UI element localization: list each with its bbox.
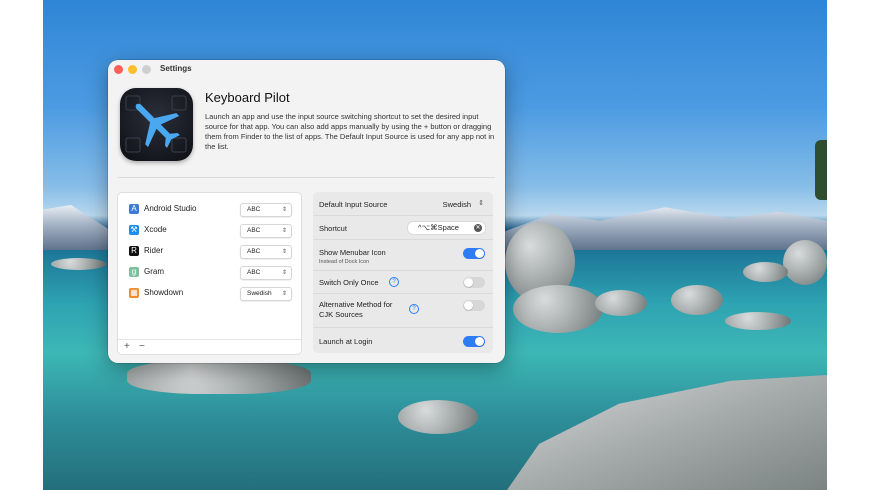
clear-shortcut-icon[interactable]: ✕ (474, 224, 482, 232)
input-source-value: Swedish (247, 290, 272, 297)
app-list-item[interactable]: R Rider ABC ⇕ (118, 241, 301, 262)
app-name: Rider (144, 246, 164, 255)
switch-once-row: Switch Only Once ? (313, 271, 493, 294)
close-button[interactable] (114, 65, 123, 74)
rock (783, 240, 827, 285)
switch-once-toggle[interactable] (463, 277, 485, 288)
keyboard-pilot-app-icon (120, 88, 193, 161)
app-name: Gram (144, 267, 164, 276)
rock (671, 285, 723, 315)
xcode-icon: ⚒ (129, 225, 139, 235)
default-input-row: Default Input Source Swedish ⇕ (313, 192, 493, 216)
rider-icon: R (129, 246, 139, 256)
shortcut-row: Shortcut ^⌥⌘Space ✕ (313, 216, 493, 240)
app-list-item[interactable]: ⚒ Xcode ABC ⇕ (118, 220, 301, 241)
app-description: Launch an app and use the input source s… (205, 112, 495, 151)
switch-once-label: Switch Only Once (319, 278, 379, 287)
add-app-button[interactable]: + (124, 341, 130, 352)
app-list-item[interactable]: ▦ Showdown Swedish ⇕ (118, 283, 301, 304)
rock-foreground (507, 375, 827, 490)
default-input-popup[interactable]: Swedish (443, 200, 471, 209)
rock (51, 258, 106, 270)
chevron-updown-icon: ⇕ (281, 228, 287, 234)
airplane-icon (125, 95, 187, 153)
login-row: Launch at Login (313, 328, 493, 352)
toggle-knob (464, 278, 473, 287)
android-studio-icon: A (129, 204, 139, 214)
chevron-updown-icon: ⇕ (281, 207, 287, 213)
app-name: Android Studio (144, 204, 197, 213)
toggle-knob (475, 249, 484, 258)
help-icon[interactable]: ? (389, 277, 399, 287)
input-source-popup[interactable]: Swedish ⇕ (240, 287, 292, 301)
app-list-item[interactable]: A Android Studio ABC ⇕ (118, 199, 301, 220)
input-source-value: ABC (247, 248, 261, 255)
remove-app-button[interactable]: − (139, 341, 145, 352)
menubar-sublabel: Instead of Dock Icon (319, 259, 370, 265)
rock (595, 290, 647, 316)
toggle-knob (464, 301, 473, 310)
rock (743, 262, 788, 282)
alt-method-toggle[interactable] (463, 300, 485, 311)
input-source-popup[interactable]: ABC ⇕ (240, 203, 292, 217)
app-list: A Android Studio ABC ⇕ ⚒ Xcode ABC ⇕ R Rider ABC ⇕ g… (118, 199, 301, 304)
alt-method-label-line1: Alternative Method for (319, 300, 393, 309)
settings-panel: Default Input Source Swedish ⇕ Shortcut … (313, 192, 493, 353)
menubar-toggle[interactable] (463, 248, 485, 259)
menubar-row: Show Menubar Icon Instead of Dock Icon (313, 240, 493, 271)
rock (398, 400, 478, 434)
default-input-label: Default Input Source (319, 200, 388, 209)
divider (118, 177, 495, 178)
rock (513, 285, 603, 333)
input-source-value: ABC (247, 206, 261, 213)
chevron-updown-icon: ⇕ (281, 291, 287, 297)
input-source-value: ABC (247, 269, 261, 276)
zoom-button[interactable] (142, 65, 151, 74)
input-source-popup[interactable]: ABC ⇕ (240, 266, 292, 280)
chevron-updown-icon: ⇕ (281, 270, 287, 276)
input-source-popup[interactable]: ABC ⇕ (240, 224, 292, 238)
mountains-left (43, 205, 113, 250)
showdown-icon: ▦ (129, 288, 139, 298)
list-toolbar: + − (118, 339, 301, 354)
login-toggle[interactable] (463, 336, 485, 347)
rock (127, 360, 311, 394)
input-source-value: ABC (247, 227, 261, 234)
input-source-popup[interactable]: ABC ⇕ (240, 245, 292, 259)
window-title: Settings (160, 64, 192, 73)
tree (815, 140, 827, 200)
app-name: Xcode (144, 225, 167, 234)
alt-method-row: Alternative Method for CJK Sources ? (313, 294, 493, 328)
app-name: Showdown (144, 288, 184, 297)
title-bar: Settings (108, 60, 505, 78)
settings-window: Settings Keyboard Pilot Launch an app an… (108, 60, 505, 363)
gram-icon: g (129, 267, 139, 277)
toggle-knob (475, 337, 484, 346)
chevron-updown-icon: ⇕ (478, 200, 484, 207)
app-list-panel: A Android Studio ABC ⇕ ⚒ Xcode ABC ⇕ R Rider ABC ⇕ g… (117, 192, 302, 355)
alt-method-label-line2: CJK Sources (319, 310, 363, 319)
rock (725, 312, 791, 330)
login-label: Launch at Login (319, 337, 373, 346)
minimize-button[interactable] (128, 65, 137, 74)
shortcut-recorder[interactable]: ^⌥⌘Space ✕ (407, 221, 486, 235)
help-icon[interactable]: ? (409, 304, 419, 314)
app-list-item[interactable]: g Gram ABC ⇕ (118, 262, 301, 283)
app-title: Keyboard Pilot (205, 90, 290, 105)
shortcut-value: ^⌥⌘Space (418, 223, 459, 232)
shortcut-label: Shortcut (319, 224, 347, 233)
menubar-label: Show Menubar Icon (319, 248, 386, 257)
chevron-updown-icon: ⇕ (281, 249, 287, 255)
